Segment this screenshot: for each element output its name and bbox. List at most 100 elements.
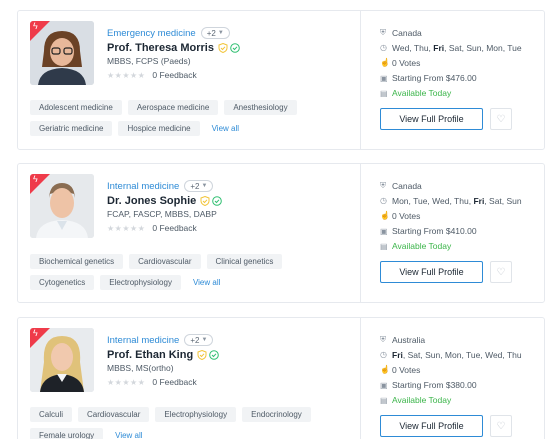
price: Starting From $380.00 <box>392 380 477 391</box>
tag-list: Adolescent medicine Aerospace medicine A… <box>30 100 352 136</box>
specialty-tag[interactable]: Cardiovascular <box>129 254 201 269</box>
chevron-down-icon: ▼ <box>217 30 224 36</box>
doctor-info: ⛨ Canada ◷ Wed, Thu, Fri, Sat, Sun, Mon, T… <box>380 25 522 101</box>
feedback-count: 0 Feedback <box>152 70 197 80</box>
tag-list: Biochemical genetics Cardiovascular Clin… <box>30 254 352 290</box>
location-icon: ⛨ <box>380 27 386 37</box>
thumbs-up-icon: ☝ <box>380 365 390 375</box>
votes: 0 Votes <box>392 364 421 375</box>
favorite-button[interactable]: ♡ <box>490 415 512 437</box>
price: Starting From $410.00 <box>392 226 477 237</box>
specialty-tag[interactable]: Anesthesiology <box>224 100 297 115</box>
price-icon: ▣ <box>380 73 388 83</box>
location: Canada <box>392 180 422 191</box>
favorite-button[interactable]: ♡ <box>490 261 512 283</box>
star-rating-icon: ★★★★★ <box>107 70 146 80</box>
calendar-icon: ▤ <box>380 241 388 251</box>
star-rating-icon: ★★★★★ <box>107 377 146 387</box>
star-rating-icon: ★★★★★ <box>107 223 146 233</box>
location: Australia <box>392 334 426 345</box>
availability-status: Available Today <box>392 395 452 406</box>
available-days: Mon, Tue, Wed, Thu, Fri, Sat, Sun <box>392 195 522 206</box>
qualifications: FCAP, FASCP, MBBS, DABP <box>107 209 217 219</box>
view-full-profile-button[interactable]: View Full Profile <box>380 261 483 283</box>
feedback-count: 0 Feedback <box>152 223 197 233</box>
doctor-card: ϟ Internal medicine +2 ▼ Dr. Jones Sophie… <box>17 163 545 303</box>
location-icon: ⛨ <box>380 334 386 344</box>
available-days: Fri, Sat, Sun, Mon, Tue, Wed, Thu <box>392 349 522 360</box>
votes: 0 Votes <box>392 210 421 221</box>
more-specialties-badge[interactable]: +2 ▼ <box>184 180 214 192</box>
more-specialties-badge[interactable]: +2 ▼ <box>200 27 230 39</box>
chevron-down-icon: ▼ <box>201 183 208 189</box>
view-full-profile-button[interactable]: View Full Profile <box>380 108 483 130</box>
chevron-down-icon: ▼ <box>201 337 208 343</box>
specialty-tag[interactable]: Hospice medicine <box>118 121 200 136</box>
view-all-link[interactable]: View all <box>109 428 148 439</box>
clock-icon: ◷ <box>380 350 387 360</box>
view-all-link[interactable]: View all <box>206 121 245 136</box>
specialty-tag[interactable]: Biochemical genetics <box>30 254 124 269</box>
shield-icon <box>218 43 228 53</box>
lightning-icon: ϟ <box>33 174 38 184</box>
specialty-tag[interactable]: Endocrinology <box>242 407 311 422</box>
more-specialties-badge[interactable]: +2 ▼ <box>184 334 214 346</box>
specialty-tag[interactable]: Clinical genetics <box>206 254 283 269</box>
lightning-icon: ϟ <box>33 328 38 338</box>
shield-icon <box>197 350 207 360</box>
specialty-tag[interactable]: Female urology <box>30 428 104 439</box>
card-divider <box>360 164 361 302</box>
thumbs-up-icon: ☝ <box>380 58 390 68</box>
specialty-tag[interactable]: Electrophysiology <box>155 407 237 422</box>
thumbs-up-icon: ☝ <box>380 211 390 221</box>
specialty-tag[interactable]: Adolescent medicine <box>30 100 122 115</box>
specialty-tag[interactable]: Geriatric medicine <box>30 121 113 136</box>
price-icon: ▣ <box>380 226 388 236</box>
doctor-photo[interactable]: ϟ <box>30 21 94 85</box>
view-full-profile-button[interactable]: View Full Profile <box>380 415 483 437</box>
heart-icon: ♡ <box>496 113 506 125</box>
calendar-icon: ▤ <box>380 88 388 98</box>
heart-icon: ♡ <box>496 266 506 278</box>
location-icon: ⛨ <box>380 180 386 190</box>
specialty-tag[interactable]: Cardiovascular <box>78 407 150 422</box>
doctor-photo[interactable]: ϟ <box>30 328 94 392</box>
specialty-tag[interactable]: Calculi <box>30 407 73 422</box>
card-divider <box>360 318 361 439</box>
doctor-card: ϟ Emergency medicine +2 ▼ Prof. Theresa M… <box>17 10 545 150</box>
doctor-info: ⛨ Australia ◷ Fri, Sat, Sun, Mon, Tue, Wed… <box>380 332 522 408</box>
availability-status: Available Today <box>392 88 452 99</box>
price-icon: ▣ <box>380 380 388 390</box>
price: Starting From $476.00 <box>392 73 477 84</box>
feedback-count: 0 Feedback <box>152 377 197 387</box>
doctor-card: ϟ Internal medicine +2 ▼ Prof. Ethan King… <box>17 317 545 439</box>
clock-icon: ◷ <box>380 43 387 53</box>
heart-icon: ♡ <box>496 420 506 432</box>
view-all-link[interactable]: View all <box>187 275 226 290</box>
doctor-name[interactable]: Prof. Ethan King <box>107 349 193 361</box>
verified-check-icon <box>212 196 223 206</box>
specialty-tag[interactable]: Aerospace medicine <box>127 100 219 115</box>
clock-icon: ◷ <box>380 196 387 206</box>
available-days: Wed, Thu, Fri, Sat, Sun, Mon, Tue <box>392 42 522 53</box>
availability-status: Available Today <box>392 241 452 252</box>
location: Canada <box>392 27 422 38</box>
specialty-label[interactable]: Internal medicine <box>107 181 179 192</box>
tag-list: Calculi Cardiovascular Electrophysiology… <box>30 407 352 439</box>
card-divider <box>360 11 361 149</box>
doctor-photo[interactable]: ϟ <box>30 174 94 238</box>
shield-icon <box>200 196 210 206</box>
votes: 0 Votes <box>392 57 421 68</box>
verified-check-icon <box>230 43 240 53</box>
specialty-label[interactable]: Internal medicine <box>107 335 179 346</box>
specialty-tag[interactable]: Cytogenetics <box>30 275 95 290</box>
favorite-button[interactable]: ♡ <box>490 108 512 130</box>
doctor-info: ⛨ Canada ◷ Mon, Tue, Wed, Thu, Fri, Sat, S… <box>380 178 522 254</box>
doctor-name[interactable]: Dr. Jones Sophie <box>107 195 196 207</box>
verified-check-icon <box>209 350 219 360</box>
lightning-icon: ϟ <box>33 21 38 31</box>
doctor-name[interactable]: Prof. Theresa Morris <box>107 42 214 54</box>
specialty-tag[interactable]: Electrophysiology <box>100 275 181 290</box>
qualifications: MBBS, MS(ortho) <box>107 363 174 373</box>
specialty-label[interactable]: Emergency medicine <box>107 28 196 39</box>
